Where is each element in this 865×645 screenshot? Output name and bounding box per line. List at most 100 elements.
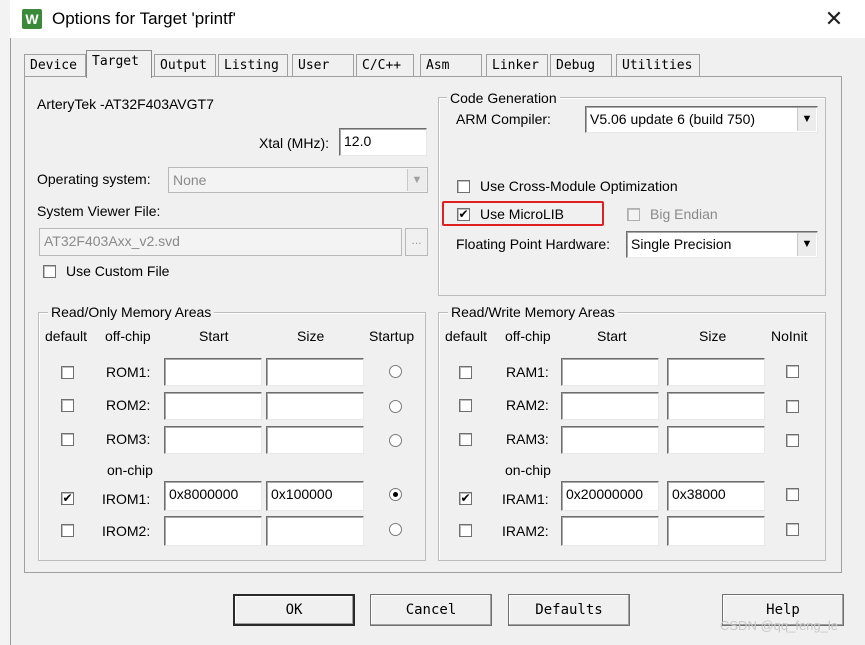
tab-output[interactable]: Output — [154, 54, 216, 76]
defaults-button[interactable]: Defaults — [508, 594, 630, 626]
chevron-down-icon: ▼ — [797, 233, 816, 256]
rom1-size-input[interactable] — [266, 358, 364, 386]
irom1-start-input[interactable]: 0x8000000 — [164, 481, 262, 511]
compiler-label: ARM Compiler: — [456, 111, 551, 127]
rom2-startup-radio[interactable] — [389, 400, 402, 413]
rw-header-size: Size — [699, 328, 727, 344]
irom2-startup-radio[interactable] — [389, 523, 402, 536]
rom3-size-input[interactable] — [266, 426, 364, 454]
rom3-start-input[interactable] — [164, 426, 262, 454]
iram2-label: IRAM2: — [502, 523, 549, 539]
ram2-size-input[interactable] — [667, 392, 765, 420]
irom2-size-input[interactable] — [266, 516, 364, 546]
rw-memory-title: Read/Write Memory Areas — [448, 304, 618, 320]
rom1-start-input[interactable] — [164, 358, 262, 386]
xtal-label: Xtal (MHz): — [259, 135, 329, 151]
big-endian-checkbox[interactable] — [627, 208, 640, 221]
ok-button[interactable]: OK — [233, 594, 355, 626]
cross-module-label: Use Cross-Module Optimization — [480, 178, 678, 194]
ro-header-start: Start — [199, 328, 229, 344]
big-endian-label: Big Endian — [650, 206, 718, 222]
iram2-noinit-checkbox[interactable] — [786, 523, 799, 536]
tab-user[interactable]: User — [292, 54, 354, 76]
custom-file-checkbox[interactable] — [43, 265, 56, 278]
iram1-start-input[interactable]: 0x20000000 — [561, 481, 659, 511]
ram1-size-input[interactable] — [667, 358, 765, 386]
rom3-startup-radio[interactable] — [389, 434, 402, 447]
rw-onchip-label: on-chip — [505, 462, 551, 478]
chevron-down-icon: ▼ — [407, 169, 426, 191]
ro-memory-title: Read/Only Memory Areas — [48, 304, 215, 320]
compiler-select-value: V5.06 update 6 (build 750) — [590, 111, 756, 127]
ram2-default-checkbox[interactable] — [459, 399, 472, 412]
tab-utilities[interactable]: Utilities — [616, 54, 700, 76]
ro-header-size: Size — [297, 328, 325, 344]
ro-header-startup: Startup — [369, 328, 415, 344]
chevron-down-icon: ▼ — [797, 108, 816, 131]
ram2-start-input[interactable] — [561, 392, 659, 420]
ro-header-offchip: off-chip — [105, 328, 151, 344]
xtal-input[interactable]: 12.0 — [339, 128, 427, 156]
rom2-size-input[interactable] — [266, 392, 364, 420]
tab-linker[interactable]: Linker — [486, 54, 548, 76]
tab-debug[interactable]: Debug — [550, 54, 612, 76]
rw-header-offchip: off-chip — [505, 328, 551, 344]
app-icon: W — [22, 9, 42, 29]
tab-listing[interactable]: Listing — [218, 54, 288, 76]
ram3-label: RAM3: — [506, 431, 549, 447]
rom1-label: ROM1: — [106, 364, 151, 380]
irom1-size-input[interactable]: 0x100000 — [266, 481, 364, 511]
ram3-noinit-checkbox[interactable] — [786, 434, 799, 447]
close-icon[interactable]: ✕ — [820, 6, 848, 32]
custom-file-label: Use Custom File — [66, 263, 170, 279]
code-generation-title: Code Generation — [447, 90, 560, 106]
iram2-default-checkbox[interactable] — [459, 524, 472, 537]
ram3-default-checkbox[interactable] — [459, 433, 472, 446]
fph-select-value: Single Precision — [631, 236, 732, 252]
iram1-default-checkbox[interactable]: ✔ — [459, 492, 472, 505]
svf-label: System Viewer File: — [37, 203, 161, 219]
ram3-start-input[interactable] — [561, 426, 659, 454]
ram1-label: RAM1: — [506, 364, 549, 380]
rw-header-start: Start — [597, 328, 627, 344]
rom2-default-checkbox[interactable] — [61, 399, 74, 412]
ram1-start-input[interactable] — [561, 358, 659, 386]
cross-module-checkbox[interactable] — [457, 180, 470, 193]
device-name: ArteryTek -AT32F403AVGT7 — [37, 96, 214, 112]
browse-button[interactable]: ... — [405, 228, 428, 256]
cancel-button[interactable]: Cancel — [370, 594, 492, 626]
irom1-default-checkbox[interactable]: ✔ — [61, 492, 74, 505]
radio-selected-dot — [393, 492, 398, 497]
rom3-default-checkbox[interactable] — [61, 433, 74, 446]
microlib-highlight-box — [442, 201, 604, 226]
fph-select[interactable]: Single Precision ▼ — [626, 231, 818, 258]
iram2-size-input[interactable] — [667, 516, 765, 546]
tab-device[interactable]: Device — [24, 54, 86, 76]
iram1-noinit-checkbox[interactable] — [786, 488, 799, 501]
ram3-size-input[interactable] — [667, 426, 765, 454]
rom2-label: ROM2: — [106, 397, 151, 413]
rom1-default-checkbox[interactable] — [61, 366, 74, 379]
iram1-label: IRAM1: — [502, 491, 549, 507]
tab-asm[interactable]: Asm — [420, 54, 482, 76]
rom1-startup-radio[interactable] — [389, 365, 402, 378]
irom1-label: IROM1: — [102, 491, 151, 507]
ram1-noinit-checkbox[interactable] — [786, 365, 799, 378]
os-select[interactable]: None ▼ — [168, 167, 428, 193]
ram2-noinit-checkbox[interactable] — [786, 400, 799, 413]
ram1-default-checkbox[interactable] — [459, 366, 472, 379]
svf-input[interactable]: AT32F403Axx_v2.svd — [39, 228, 402, 256]
iram1-size-input[interactable]: 0x38000 — [667, 481, 765, 511]
ro-header-default: default — [45, 328, 88, 344]
ro-onchip-label: on-chip — [107, 462, 153, 478]
rom2-start-input[interactable] — [164, 392, 262, 420]
compiler-select[interactable]: V5.06 update 6 (build 750) ▼ — [585, 106, 818, 133]
rom3-label: ROM3: — [106, 431, 151, 447]
iram2-start-input[interactable] — [561, 516, 659, 546]
irom2-start-input[interactable] — [164, 516, 262, 546]
irom1-startup-radio[interactable] — [389, 488, 402, 501]
tab-target[interactable]: Target — [86, 50, 152, 78]
irom2-default-checkbox[interactable] — [61, 524, 74, 537]
tab-c-cpp[interactable]: C/C++ — [356, 54, 414, 76]
dialog-title: Options for Target 'printf' — [52, 9, 236, 28]
